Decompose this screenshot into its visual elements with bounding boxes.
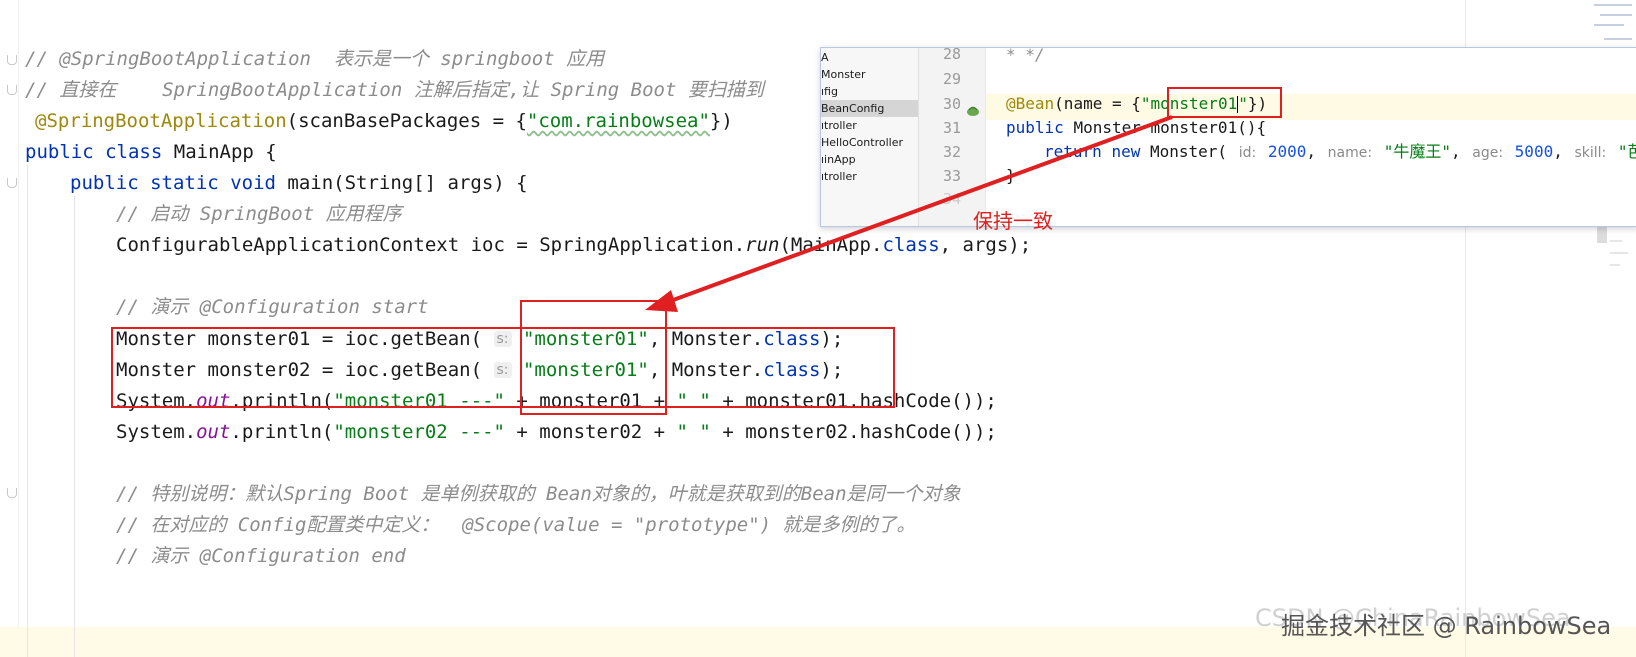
keyword: new — [1111, 142, 1141, 161]
watermark-front: 掘金技术社区 @ RainbowSea — [1281, 612, 1612, 640]
code-token: .println( — [230, 421, 334, 443]
parameter-hint: id: — [1238, 145, 1257, 161]
code-line-33: } — [1006, 163, 1016, 188]
code-line-6: // 启动 SpringBoot 应用程序 — [116, 201, 402, 227]
code-token: + monster02 + — [504, 421, 677, 443]
annotation-box-bean-name — [1167, 87, 1282, 118]
comment: // @SpringBootApplication 表示是一个 springbo… — [25, 48, 605, 70]
code-token: (MainApp. — [779, 234, 883, 256]
comment: // 启动 SpringBoot 应用程序 — [116, 203, 402, 225]
code-line-4: public class MainApp { — [25, 139, 277, 165]
string-literal: "com.rainbowsea" — [526, 110, 710, 132]
gutter-divider — [18, 0, 19, 657]
tree-item[interactable]: ıinApp — [821, 151, 918, 168]
line-number: 30 — [942, 95, 961, 113]
annotation-token: @Bean — [1006, 94, 1055, 113]
code-line-15: // 演示 @Configuration end — [116, 543, 406, 569]
line-number: 34 — [942, 190, 961, 208]
code-token: (scanBasePackages = { — [286, 110, 527, 132]
tree-item[interactable]: HelloController — [821, 134, 918, 151]
editor-gutter — [0, 0, 18, 657]
code-line-28: * */ — [1006, 47, 1045, 67]
tree-item[interactable]: ıfig — [821, 83, 918, 100]
code-line-8: // 演示 @Configuration start — [116, 294, 429, 320]
string-literal: "牛魔王" — [1383, 142, 1451, 161]
scrollbar-thumb[interactable] — [1597, 225, 1607, 243]
keyword: void — [230, 172, 276, 194]
fold-icon[interactable] — [7, 178, 17, 188]
keyword: return — [1044, 142, 1102, 161]
project-tree[interactable]: A Monster ıfig BeanConfig ıtroller Hello… — [821, 48, 919, 226]
indent-guide — [74, 196, 75, 657]
method-signature: Monster monster01(){ — [1073, 118, 1267, 137]
parameter-hint: age: — [1472, 145, 1504, 161]
keyword: public — [25, 141, 94, 163]
keyword: class — [882, 234, 940, 256]
method-token: run — [745, 234, 780, 256]
code-token: }) — [709, 110, 733, 132]
code-token: ConfigurableApplicationContext ioc = Spr… — [116, 234, 746, 256]
code-line-7: ConfigurableApplicationContext ioc = Spr… — [116, 232, 1031, 258]
code-line-2: // 直接在 SpringBootApplication 注解后指定,让 Spr… — [25, 77, 764, 103]
definition-popup[interactable]: A Monster ıfig BeanConfig ıtroller Hello… — [820, 47, 1636, 227]
tree-item[interactable]: Monster — [821, 66, 918, 83]
code-token: System. — [116, 421, 197, 443]
keyword: class — [105, 141, 163, 163]
tree-item-selected[interactable]: BeanConfig — [821, 100, 918, 117]
line-number: 29 — [942, 70, 961, 88]
comment: // 直接在 SpringBootApplication 注解后指定,让 Spr… — [25, 79, 764, 101]
annotation-box-getbean-lines — [111, 327, 895, 408]
code-line-31: public Monster monster01(){ — [1006, 115, 1266, 140]
code-token: + monster02.hashCode()); — [710, 421, 997, 443]
comment: // 在对应的 Config配置类中定义： @Scope(value = "pr… — [116, 514, 916, 536]
line-number: 33 — [942, 167, 961, 185]
static-field: out — [196, 421, 231, 443]
comment: // 演示 @Configuration end — [116, 545, 406, 567]
number-literal: 2000 — [1267, 142, 1307, 161]
comment: // 特别说明：默认Spring Boot 是单例获取的 Bean对象的，叶就是… — [116, 483, 961, 505]
tree-item[interactable]: ıtroller — [821, 168, 918, 185]
fold-icon[interactable] — [7, 488, 17, 498]
string-token: "com.rainbowsea" — [527, 110, 710, 132]
keyword: public — [1006, 118, 1064, 137]
code-line-3: @SpringBootApplication(scanBasePackages … — [35, 108, 733, 134]
number-literal: 5000 — [1514, 142, 1554, 161]
string-literal: "monster02 ---" — [333, 421, 505, 443]
code-token: Monster( — [1149, 142, 1228, 161]
line-number: 31 — [942, 119, 961, 137]
indent-guide — [27, 165, 28, 657]
keyword: static — [150, 172, 219, 194]
comment: // 演示 @Configuration start — [116, 296, 429, 318]
code-token: (name = { — [1054, 94, 1141, 113]
parameter-hint: skill: — [1574, 145, 1607, 161]
class-name: MainApp { — [173, 141, 277, 163]
line-number: 32 — [942, 143, 961, 161]
code-line-1: // @SpringBootApplication 表示是一个 springbo… — [25, 46, 604, 72]
bean-icon[interactable] — [966, 105, 980, 117]
code-line-32: return new Monster( id: 2000, name: "牛魔王… — [1044, 139, 1636, 164]
code-token: } — [1006, 166, 1016, 185]
method-signature: main(String[] args) { — [287, 172, 528, 194]
fold-icon[interactable] — [7, 55, 17, 65]
code-line-5: public static void main(String[] args) { — [70, 170, 528, 196]
popup-code-area[interactable]: * */ @Bean(name = {"monster01"}) public … — [986, 48, 1636, 226]
popup-line-numbers: 28 29 30 31 32 33 34 — [919, 48, 986, 226]
line-number: 28 — [942, 47, 961, 63]
fold-icon[interactable] — [7, 85, 17, 95]
tree-item[interactable]: A — [821, 49, 918, 66]
code-token: , args); — [939, 234, 1032, 256]
tree-item[interactable]: ıtroller — [821, 117, 918, 134]
annotation-label: 保持一致 — [973, 209, 1053, 233]
keyword: public — [70, 172, 139, 194]
code-line-12: System.out.println("monster02 ---" + mon… — [116, 419, 997, 445]
string-literal: "芭 — [1617, 142, 1636, 161]
string-literal: " " — [676, 421, 711, 443]
comment: * */ — [1006, 47, 1045, 64]
parameter-hint: name: — [1327, 145, 1373, 161]
code-line-14: // 在对应的 Config配置类中定义： @Scope(value = "pr… — [116, 512, 916, 538]
annotation-token: @SpringBootApplication — [35, 110, 287, 132]
code-line-13: // 特别说明：默认Spring Boot 是单例获取的 Bean对象的，叶就是… — [116, 481, 961, 507]
